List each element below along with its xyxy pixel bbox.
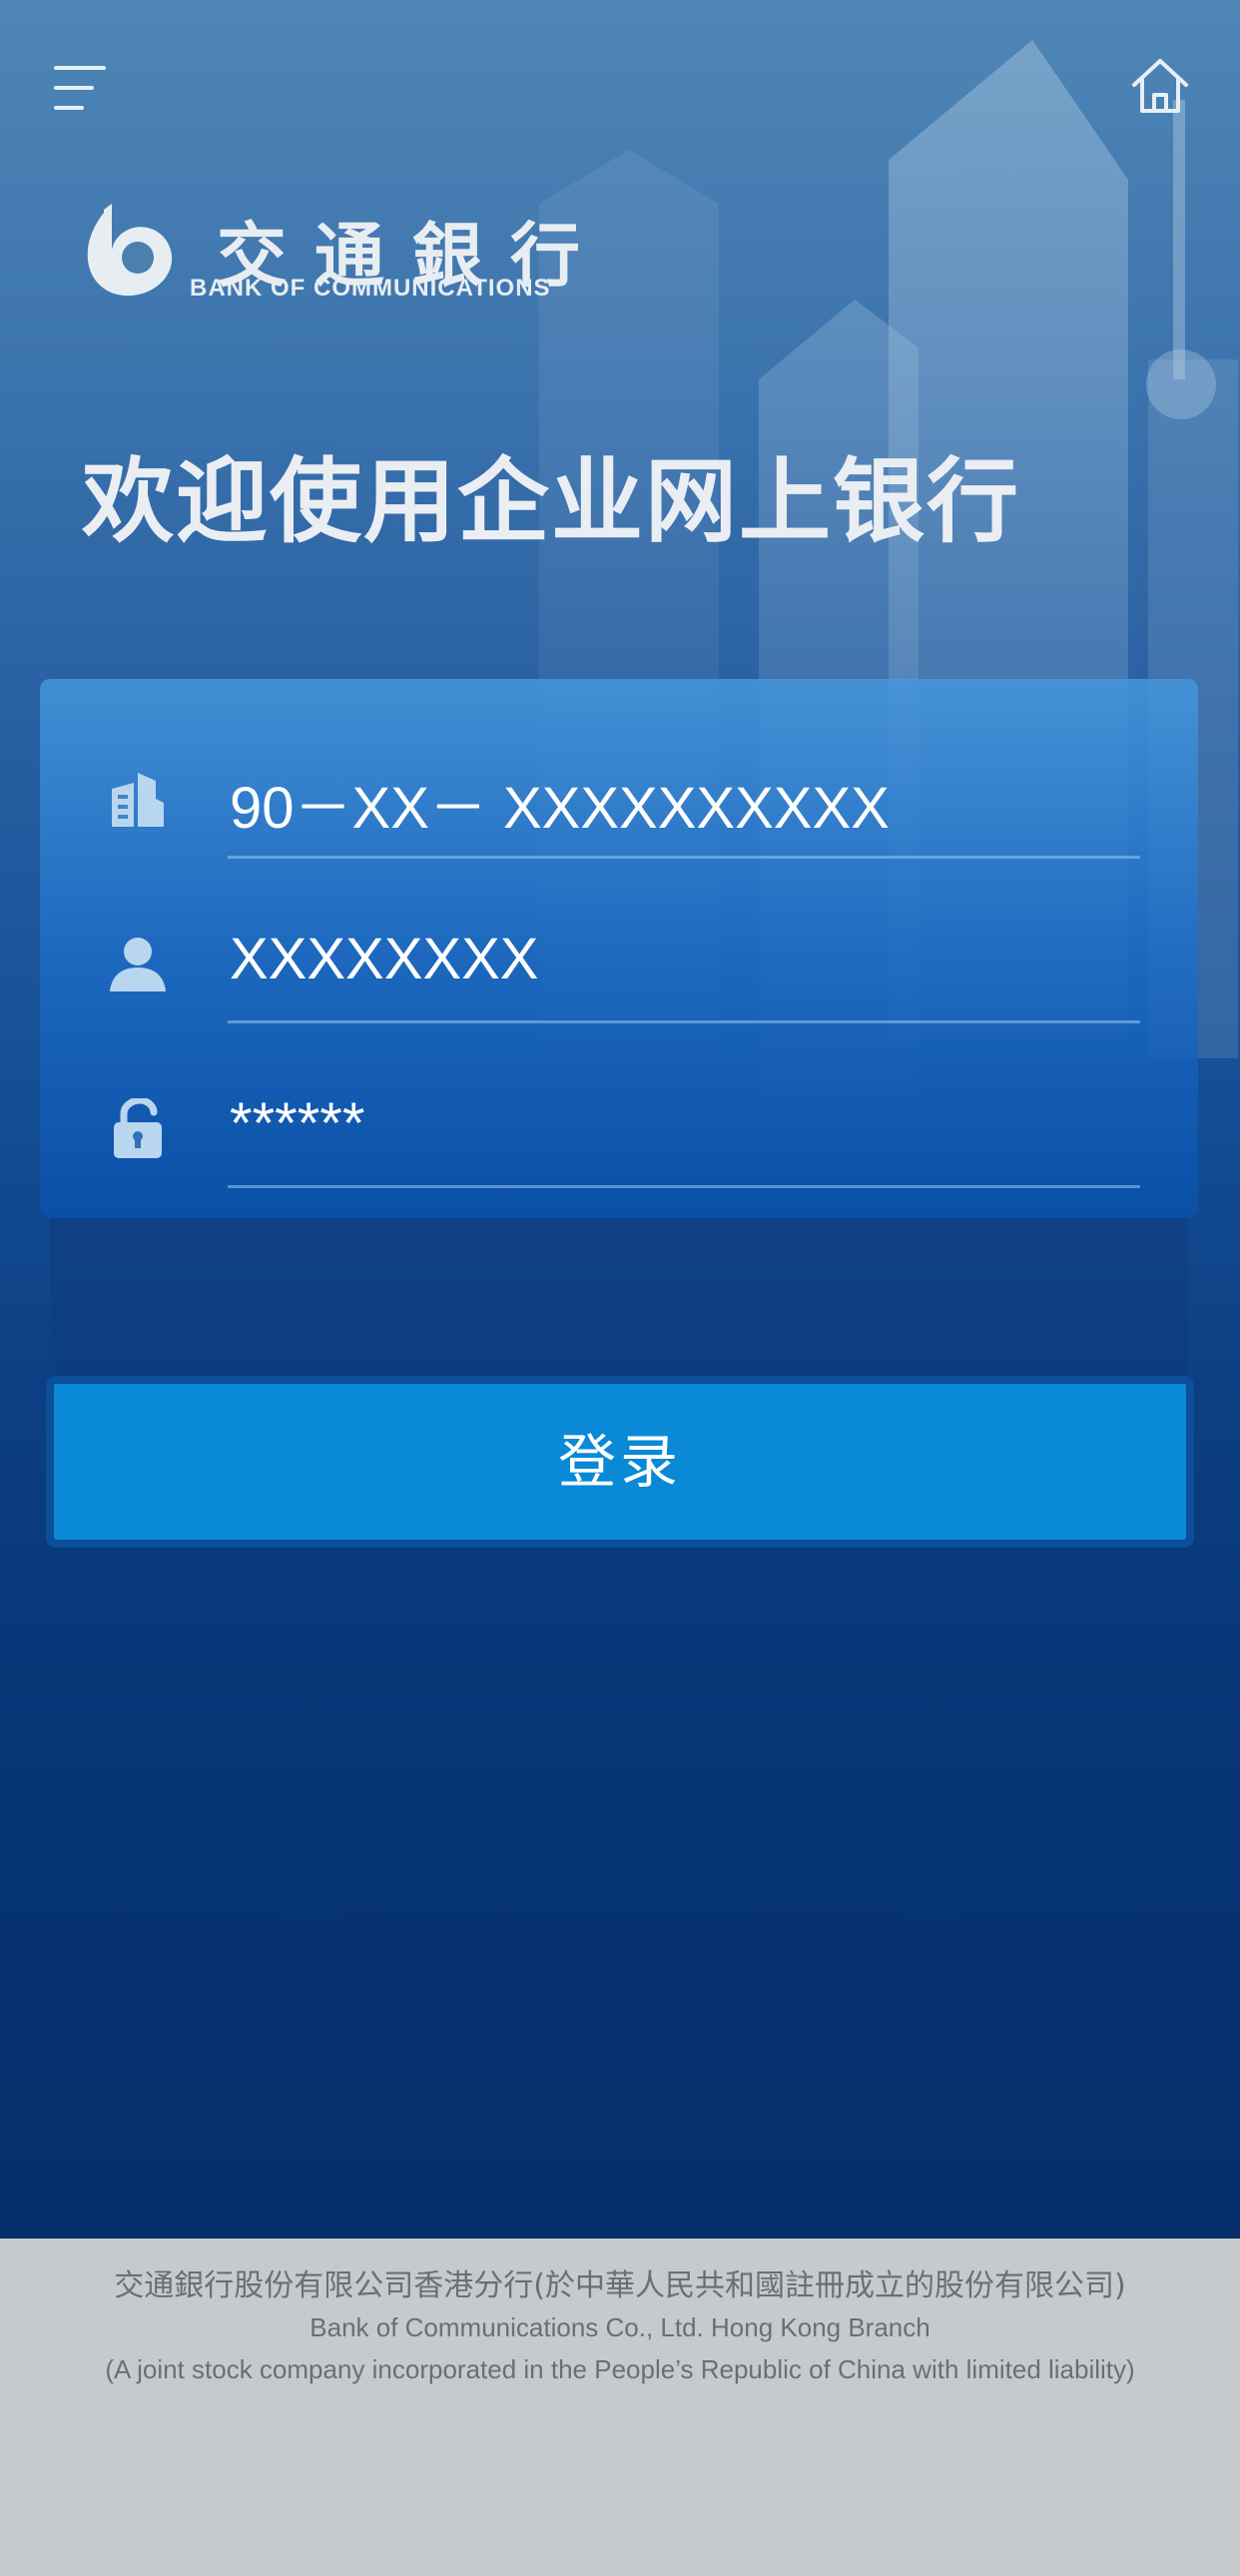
bank-emblem-icon [87, 204, 173, 297]
building-icon [108, 769, 168, 829]
password-underline [228, 1185, 1140, 1188]
footer-company-cn: 交通銀行股份有限公司香港分行(於中華人民共和國註冊成立的股份有限公司) [114, 2268, 1126, 2303]
panel-shadow [50, 1218, 1188, 1378]
unlock-icon [108, 1096, 168, 1158]
bank-logo: 交通銀行 BANK OF COMMUNICATIONS [82, 200, 621, 310]
footer-company-en: Bank of Communications Co., Ltd. Hong Ko… [310, 2312, 930, 2342]
password-input[interactable]: ****** [230, 1090, 364, 1157]
page-title: 欢迎使用企业网上银行 [82, 448, 1021, 555]
hero-background: 交通銀行 BANK OF COMMUNICATIONS 欢迎使用企业网上银行 9… [0, 0, 1240, 2239]
user-icon [108, 934, 168, 993]
password-field[interactable]: ****** [40, 1068, 1198, 1188]
account-field[interactable]: 90－XX－ XXXXXXXXXX [40, 739, 1198, 859]
account-underline [228, 856, 1140, 859]
footer: 交通銀行股份有限公司香港分行(於中華人民共和國註冊成立的股份有限公司) Bank… [0, 2239, 1240, 2576]
login-button[interactable]: 登录 [46, 1376, 1194, 1548]
username-input[interactable]: XXXXXXXX [230, 926, 538, 992]
footer-note: (A joint stock company incorporated in t… [105, 2354, 1135, 2384]
account-input[interactable]: 90－XX－ XXXXXXXXXX [230, 761, 890, 845]
username-underline [228, 1020, 1140, 1023]
username-field[interactable]: XXXXXXXX [40, 904, 1198, 1023]
hamburger-menu-icon[interactable] [50, 60, 110, 120]
tower-spire [1173, 100, 1185, 379]
login-form: 90－XX－ XXXXXXXXXX XXXXXXXX ****** [40, 679, 1198, 1218]
logo-name-en: BANK OF COMMUNICATIONS [190, 275, 551, 302]
home-icon[interactable] [1128, 55, 1192, 119]
tower-sphere [1146, 349, 1216, 419]
